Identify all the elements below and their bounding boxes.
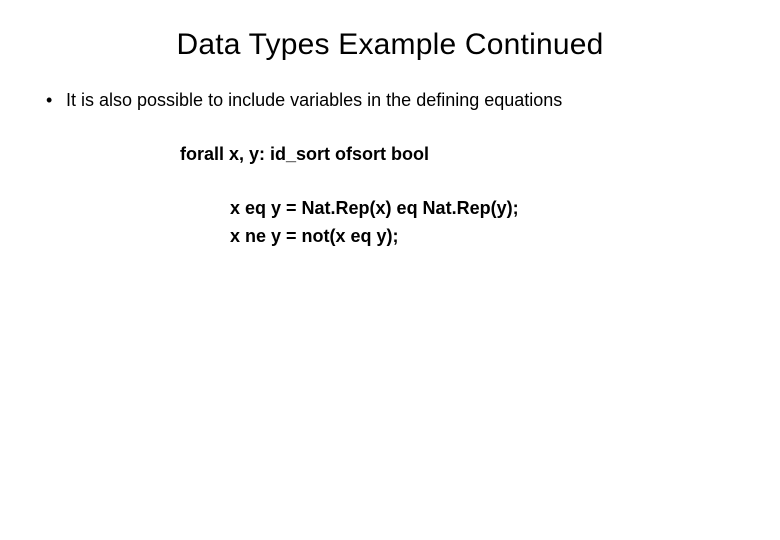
bullet-list: It is also possible to include variables…: [30, 88, 750, 112]
equation-1: x eq y = Nat.Rep(x) eq Nat.Rep(y);: [230, 195, 750, 223]
equation-2: x ne y = not(x eq y);: [230, 223, 750, 251]
slide-title: Data Types Example Continued: [30, 28, 750, 62]
forall-declaration: forall x, y: id_sort ofsort bool: [180, 144, 750, 165]
slide: Data Types Example Continued It is also …: [0, 0, 780, 540]
bullet-item: It is also possible to include variables…: [40, 88, 750, 112]
equation-block: x eq y = Nat.Rep(x) eq Nat.Rep(y); x ne …: [230, 195, 750, 251]
